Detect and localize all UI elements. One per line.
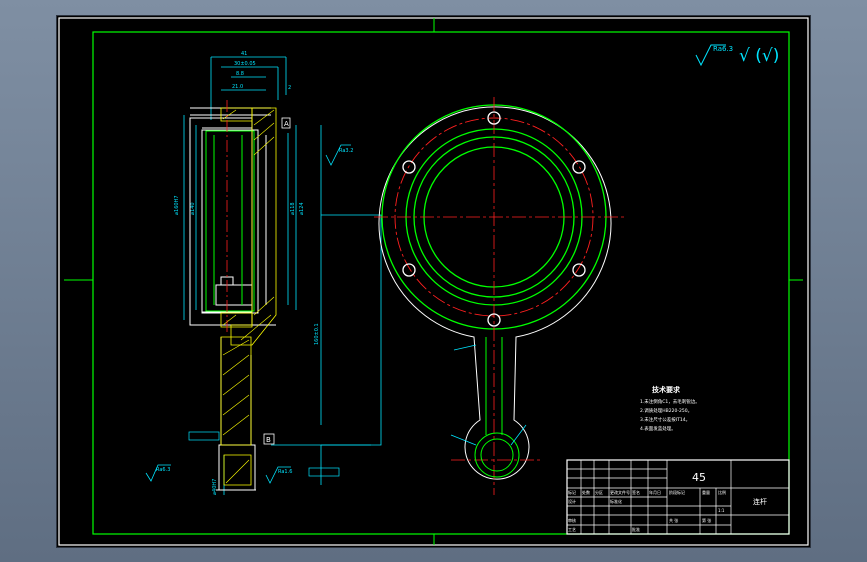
dim-text: 30±0.05 bbox=[234, 61, 256, 67]
dimension-lines bbox=[183, 56, 371, 495]
material-value: 45 bbox=[692, 471, 706, 484]
dim-text: 2 bbox=[288, 85, 291, 91]
plan-view bbox=[374, 97, 624, 495]
bolt-hole bbox=[572, 160, 586, 174]
title-label: 更改文件号 bbox=[610, 489, 630, 495]
title-label: 审核 bbox=[568, 517, 576, 523]
bolt-hole bbox=[402, 263, 416, 277]
tech-req-item: 3.未注尺寸公差按IT14。 bbox=[640, 416, 690, 423]
inner-edges bbox=[205, 130, 255, 312]
datum-b-label: B bbox=[266, 436, 271, 444]
plan-centerlines bbox=[374, 97, 624, 495]
surface-roughness-label: Ra6.3 bbox=[713, 45, 733, 53]
title-block: 45 连杆 标记 处数 分区 更改文件号 签名 年月日 设计 审核 工艺 批准 … bbox=[566, 459, 790, 535]
dim-text: ⌀140 bbox=[190, 202, 196, 215]
dim-text: 160±0.1 bbox=[314, 323, 320, 345]
title-label: 批准 bbox=[632, 526, 640, 532]
roughness-label: Ra3.2 bbox=[339, 148, 353, 154]
datum-a-label: A bbox=[284, 120, 289, 128]
dim-text: ⌀160H7 bbox=[174, 196, 180, 216]
arm-edges bbox=[474, 337, 520, 478]
surface-note: Ra6.3 √ (√) bbox=[695, 44, 779, 67]
title-label: 签名 bbox=[632, 489, 640, 495]
title-label: 设计 bbox=[568, 498, 576, 504]
drawing-frame bbox=[92, 31, 790, 535]
title-label: 比例 bbox=[718, 489, 726, 495]
title-label: 标记 bbox=[568, 489, 576, 495]
cad-viewport[interactable]: Ra6.3 √ (√) 41 30±0.05 8.8 21.0 2 ⌀160H7… bbox=[56, 15, 811, 548]
section-view: 41 30±0.05 8.8 21.0 2 ⌀160H7 ⌀140 ⌀118 ⌀… bbox=[145, 51, 382, 495]
datum-a: A bbox=[281, 117, 291, 129]
hatching bbox=[220, 107, 277, 486]
title-label: 阶段标记 bbox=[669, 489, 685, 495]
tech-req-item: 2.调质处理HB220-250。 bbox=[640, 407, 692, 414]
dim-text: ⌀40H7 bbox=[212, 479, 218, 495]
tech-requirements: 技术要求 1.未注倒角C1，去毛刺锐边。 2.调质处理HB220-250。 3.… bbox=[640, 385, 700, 432]
dim-text: 8.8 bbox=[236, 71, 244, 77]
title-label: 处数 bbox=[582, 489, 590, 495]
title-label: 标准化 bbox=[610, 498, 622, 504]
tech-req-item: 4.表面发蓝处理。 bbox=[640, 425, 676, 432]
scale-value: 1:1 bbox=[718, 508, 725, 513]
tech-req-item: 1.未注倒角C1，去毛刺锐边。 bbox=[640, 398, 700, 405]
title-label: 分区 bbox=[595, 489, 603, 495]
tech-requirements-title: 技术要求 bbox=[652, 385, 681, 394]
dim-text: ⌀124 bbox=[299, 202, 305, 215]
drawing-canvas: Ra6.3 √ (√) 41 30±0.05 8.8 21.0 2 ⌀160H7… bbox=[58, 17, 809, 546]
title-label: 年月日 bbox=[649, 489, 661, 495]
dim-text: ⌀118 bbox=[290, 202, 296, 215]
dim-text: 21.0 bbox=[232, 84, 243, 90]
roughness-label: Ra1.6 bbox=[278, 469, 292, 475]
title-label: 工艺 bbox=[568, 527, 576, 532]
surface-note-symbol: √ (√) bbox=[739, 46, 779, 66]
title-label: 共 张 bbox=[669, 517, 678, 523]
bolt-hole bbox=[572, 263, 586, 277]
datum-b: B bbox=[263, 433, 275, 445]
part-name: 连杆 bbox=[753, 497, 767, 506]
dim-text: 41 bbox=[241, 51, 247, 57]
part-outline bbox=[189, 107, 276, 491]
leader-line bbox=[321, 214, 382, 446]
title-label: 重量 bbox=[702, 489, 710, 495]
roughness-label: Ra6.3 bbox=[156, 467, 170, 473]
title-label: 第 张 bbox=[702, 517, 711, 523]
